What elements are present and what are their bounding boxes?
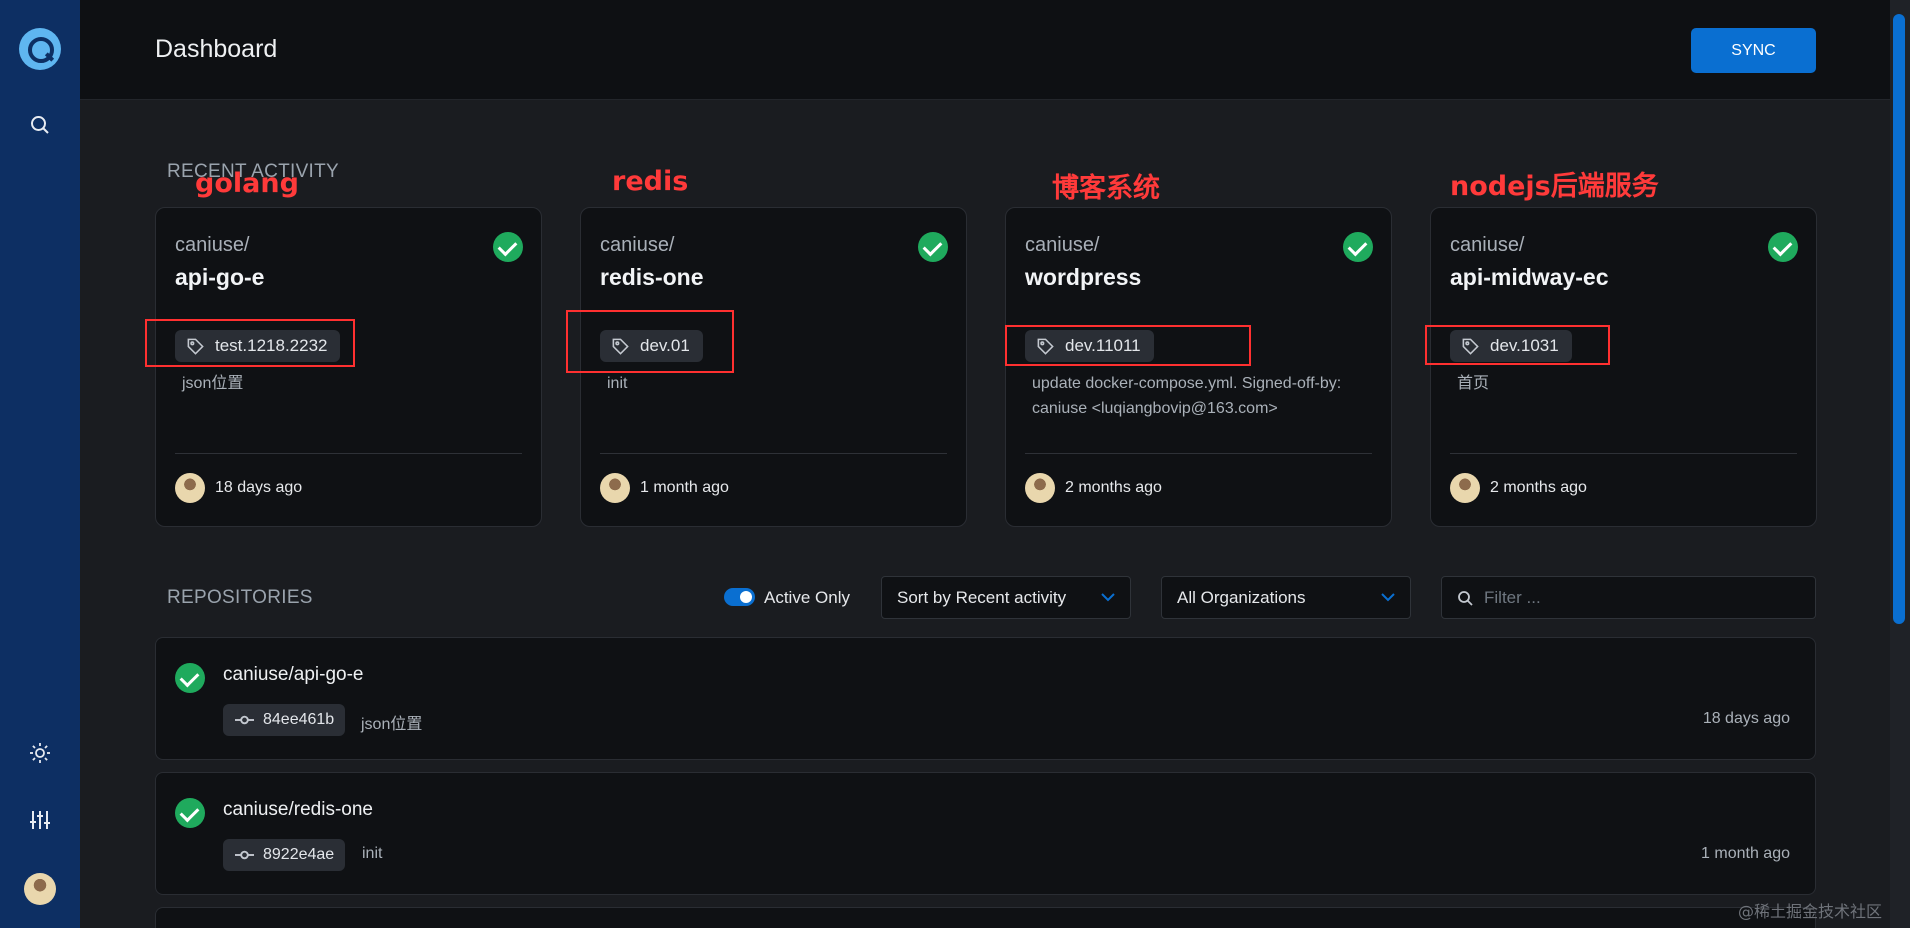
sliders-icon[interactable] — [28, 808, 52, 832]
activity-card[interactable]: caniuse/ api-go-e test.1218.2232 json位置 … — [155, 207, 542, 527]
repository-row[interactable]: caniuse/redis-one 8922e4ae init 1 month … — [155, 772, 1816, 895]
sun-icon[interactable] — [28, 741, 52, 765]
success-check-icon — [175, 663, 205, 693]
chevron-down-icon — [1381, 593, 1395, 602]
author-avatar — [1450, 473, 1480, 503]
commit-message: init — [607, 375, 628, 392]
divider — [1450, 453, 1797, 454]
annotation-box — [566, 310, 734, 373]
commit-icon — [235, 715, 254, 725]
success-check-icon — [1768, 232, 1798, 262]
watermark: @稀土掘金技术社区 — [1738, 902, 1883, 921]
sort-select[interactable]: Sort by Recent activity — [881, 576, 1131, 619]
organization-select-value: All Organizations — [1177, 588, 1306, 607]
active-only-toggle[interactable] — [724, 588, 755, 606]
success-check-icon — [175, 798, 205, 828]
commit-hash: 8922e4ae — [263, 846, 335, 863]
logo-icon[interactable] — [19, 28, 61, 70]
repository-name[interactable]: caniuse/api-go-e — [223, 664, 363, 686]
card-owner: caniuse/ — [175, 234, 250, 256]
repository-name[interactable]: caniuse/redis-one — [223, 799, 373, 821]
commit-badge[interactable]: 84ee461b — [223, 704, 346, 736]
sync-button[interactable]: SYNC — [1691, 28, 1816, 73]
timestamp: 1 month ago — [640, 479, 729, 496]
divider — [600, 453, 947, 454]
search-icon — [1458, 591, 1473, 606]
card-repo-name[interactable]: api-midway-ec — [1450, 264, 1609, 291]
search-icon[interactable] — [28, 113, 52, 137]
page-title: Dashboard — [155, 35, 278, 63]
annotation-label: 博客系统 — [1052, 173, 1160, 204]
success-check-icon — [1343, 232, 1373, 262]
timestamp: 1 month ago — [1701, 845, 1790, 862]
timestamp: 18 days ago — [1702, 710, 1790, 727]
annotation-box — [1005, 325, 1251, 366]
annotation-box — [145, 319, 355, 367]
scrollbar-thumb[interactable] — [1893, 14, 1905, 624]
success-check-icon — [918, 232, 948, 262]
annotation-label: nodejs后端服务 — [1450, 171, 1659, 202]
sort-select-value: Sort by Recent activity — [897, 588, 1067, 607]
filter-box[interactable] — [1441, 576, 1816, 619]
activity-card[interactable]: caniuse/ wordpress dev.11011 update dock… — [1005, 207, 1392, 527]
card-owner: caniuse/ — [1025, 234, 1100, 256]
commit-message: update docker-compose.yml. Signed-off-by… — [1032, 375, 1342, 417]
sidebar — [0, 0, 80, 928]
repository-row[interactable]: caniuse/api-go-e 84ee461b json位置 18 days… — [155, 637, 1816, 760]
card-repo-name[interactable]: api-go-e — [175, 264, 264, 291]
card-repo-name[interactable]: redis-one — [600, 264, 704, 291]
commit-icon — [235, 850, 254, 860]
commit-message: init — [362, 845, 383, 862]
annotation-box — [1425, 325, 1610, 365]
success-check-icon — [493, 232, 523, 262]
card-repo-name[interactable]: wordpress — [1025, 264, 1141, 291]
commit-message: json位置 — [361, 716, 423, 733]
author-avatar — [175, 473, 205, 503]
commit-message: 首页 — [1457, 375, 1490, 392]
commit-hash: 84ee461b — [263, 711, 335, 728]
divider — [175, 453, 522, 454]
author-avatar — [600, 473, 630, 503]
annotation-label: golang — [195, 168, 299, 199]
active-only-label[interactable]: Active Only — [764, 588, 850, 608]
timestamp: 2 months ago — [1490, 479, 1587, 496]
repositories-title: REPOSITORIES — [167, 587, 313, 608]
activity-card[interactable]: caniuse/ api-midway-ec dev.1031 首页 2 mon… — [1430, 207, 1817, 527]
card-owner: caniuse/ — [600, 234, 675, 256]
author-avatar — [1025, 473, 1055, 503]
commit-message: json位置 — [182, 375, 244, 392]
chevron-down-icon — [1101, 593, 1115, 602]
header: Dashboard SYNC — [80, 0, 1910, 100]
filter-input[interactable] — [1484, 577, 1804, 618]
divider — [1025, 453, 1372, 454]
annotation-label: redis — [612, 166, 689, 197]
organization-select[interactable]: All Organizations — [1161, 576, 1411, 619]
repository-row[interactable] — [155, 907, 1816, 928]
commit-badge[interactable]: 8922e4ae — [223, 839, 346, 871]
timestamp: 2 months ago — [1065, 479, 1162, 496]
user-avatar[interactable] — [24, 873, 56, 905]
timestamp: 18 days ago — [215, 479, 303, 496]
card-owner: caniuse/ — [1450, 234, 1525, 256]
